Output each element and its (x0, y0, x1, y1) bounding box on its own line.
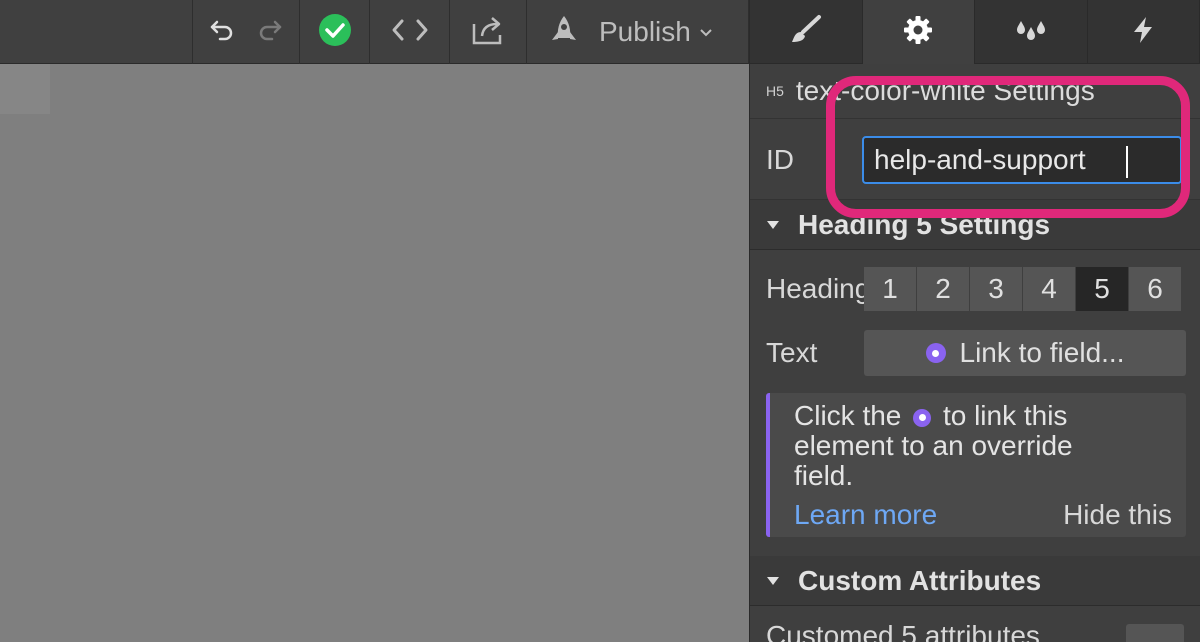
hide-this-link[interactable]: Hide this (1063, 499, 1172, 531)
element-settings-title: text-color-white Settings (795, 75, 1095, 106)
heading-level-3[interactable]: 3 (970, 267, 1022, 311)
tab-style-manager[interactable] (975, 0, 1088, 64)
heading-settings-header[interactable]: Heading 5 Settings (750, 200, 1200, 250)
canvas-element-placeholder (0, 64, 50, 114)
caret-down-icon (766, 574, 780, 588)
heading-level-6[interactable]: 6 (1129, 267, 1181, 311)
id-input[interactable] (862, 135, 1182, 184)
gear-icon (902, 14, 934, 51)
code-icon[interactable] (390, 16, 430, 49)
bolt-icon (1130, 15, 1156, 50)
text-cursor (1126, 146, 1128, 178)
rocket-icon (547, 14, 581, 51)
info-text: Click the to link this element to an ove… (794, 401, 1134, 491)
status-group (299, 0, 369, 64)
heading-level-selector: 1 2 3 4 5 6 (864, 267, 1181, 311)
tab-settings[interactable] (862, 0, 975, 64)
add-attribute-button[interactable] (1126, 624, 1184, 642)
heading-level-row: Heading 1 2 3 4 5 6 (766, 266, 1190, 312)
undo-redo-group (192, 0, 299, 64)
info-text-before: Click the (794, 400, 902, 431)
learn-more-link[interactable]: Learn more (794, 499, 937, 531)
panel-tabs (750, 0, 1200, 64)
caret-down-icon (766, 218, 780, 232)
design-canvas[interactable] (0, 64, 749, 642)
link-to-field-label: Link to field... (959, 337, 1125, 368)
share-icon[interactable] (470, 14, 506, 51)
publish-button[interactable]: Publish (526, 0, 749, 64)
top-toolbar: Publish (0, 0, 749, 64)
heading-level-5[interactable]: 5 (1076, 267, 1128, 311)
custom-attributes-header[interactable]: Custom Attributes (750, 556, 1200, 606)
override-info-box: Click the to link this element to an ove… (766, 393, 1186, 537)
id-row: ID (750, 120, 1200, 200)
text-row: Text Link to field... (766, 330, 1190, 376)
drops-icon (1013, 15, 1049, 50)
element-tag: H5 (766, 83, 784, 99)
field-link-dot-icon (913, 408, 932, 427)
settings-panel: H5 text-color-white Settings ID Heading … (749, 0, 1200, 642)
custom-attributes-row: Customed 5 attributes (766, 620, 1040, 642)
field-link-dot-icon (925, 343, 946, 363)
heading-level-1[interactable]: 1 (864, 267, 916, 311)
element-header: H5 text-color-white Settings (750, 64, 1200, 119)
chevron-down-icon (699, 25, 713, 39)
undo-icon[interactable] (208, 16, 236, 49)
heading-settings-title: Heading 5 Settings (798, 208, 1051, 240)
link-to-field-button[interactable]: Link to field... (864, 330, 1186, 376)
check-icon[interactable] (318, 13, 352, 52)
id-label: ID (766, 143, 794, 175)
heading-level-label: Heading (766, 273, 864, 304)
text-label: Text (766, 337, 818, 368)
heading-level-2[interactable]: 2 (917, 267, 969, 311)
tab-interactions[interactable] (1088, 0, 1200, 64)
paintbrush-icon (789, 14, 823, 51)
redo-icon[interactable] (256, 16, 284, 49)
publish-label: Publish (599, 16, 691, 47)
info-links: Learn more Hide this (794, 499, 1172, 531)
heading-level-4[interactable]: 4 (1023, 267, 1075, 311)
share-group (449, 0, 526, 64)
code-group (369, 0, 449, 64)
custom-attributes-title: Custom Attributes (798, 564, 1042, 596)
tab-style[interactable] (750, 0, 863, 64)
